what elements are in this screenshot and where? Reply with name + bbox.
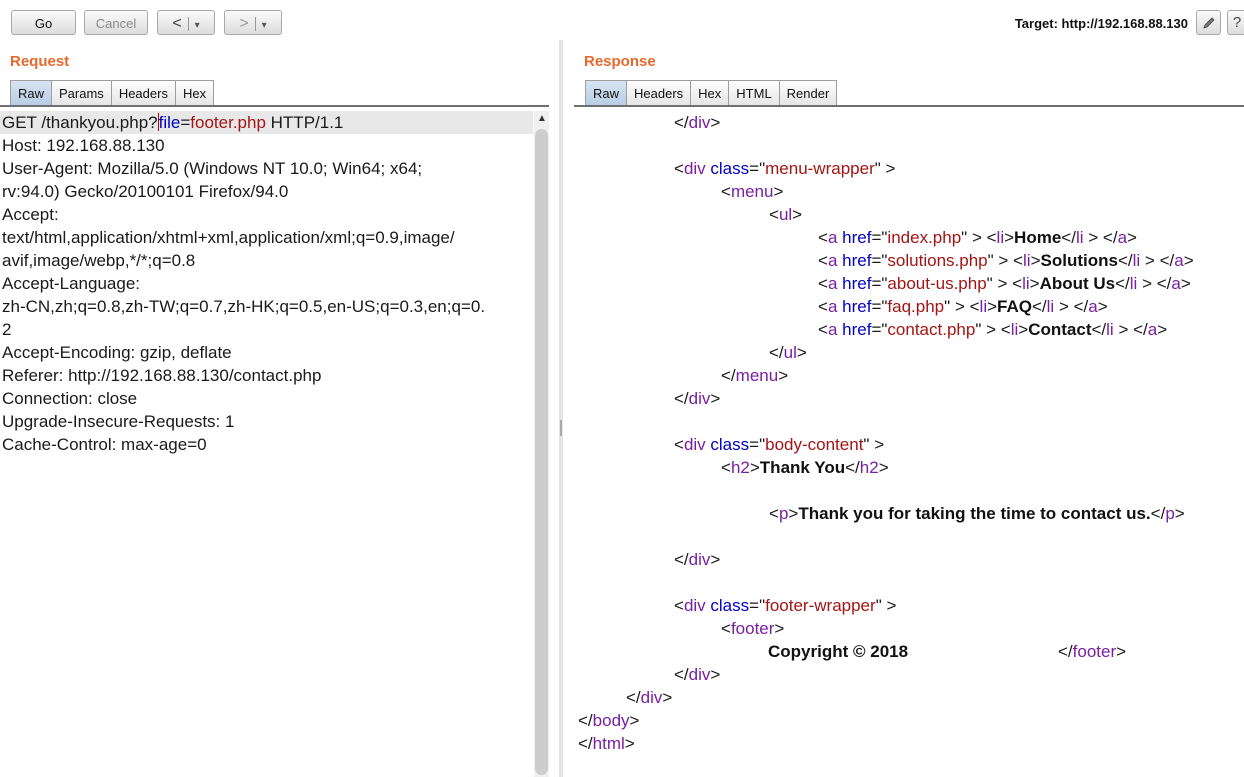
header-line: text/html,application/xhtml+xml,applicat…: [2, 228, 455, 247]
response-tabs: Raw Headers Hex HTML Render: [585, 80, 838, 106]
menu-link-line: <a href="about-us.php" > <li>About Us</l…: [818, 274, 1191, 293]
header-line: User-Agent: Mozilla/5.0 (Windows NT 10.0…: [2, 159, 423, 178]
header-line: Connection: close: [2, 389, 138, 408]
header-line: Accept-Encoding: gzip, deflate: [2, 343, 232, 362]
help-button[interactable]: ?: [1227, 10, 1244, 35]
back-dropdown-icon[interactable]: ▾: [195, 20, 200, 31]
code-line: <menu>: [721, 182, 784, 201]
pencil-icon[interactable]: [1196, 10, 1221, 35]
header-line: zh-CN,zh;q=0.8,zh-TW;q=0.7,zh-HK;q=0.5,e…: [2, 297, 486, 316]
code-line: </ul>: [769, 343, 807, 362]
header-line: rv:94.0) Gecko/20100101 Firefox/94.0: [2, 182, 289, 201]
code-line: </menu>: [721, 366, 789, 385]
pane-splitter[interactable]: [559, 40, 563, 777]
code-line: </div>: [626, 688, 673, 707]
code-line: <ul>: [769, 205, 803, 224]
menu-link-line: <a href="faq.php" > <li>FAQ</li > </a>: [818, 297, 1108, 316]
code-line: </div>: [674, 113, 721, 132]
request-line: GET /thankyou.php?file=footer.php HTTP/1…: [0, 111, 533, 134]
response-tab-headers[interactable]: Headers: [626, 80, 691, 106]
forward-dropdown-icon[interactable]: ▾: [262, 20, 267, 31]
request-tabs: Raw Params Headers Hex: [10, 80, 215, 106]
header-line: Cache-Control: max-age=0: [2, 435, 207, 454]
code-line: <p>Thank you for taking the time to cont…: [769, 504, 1185, 523]
forward-button[interactable]: > ▾: [224, 10, 282, 35]
header-line: Referer: http://192.168.88.130/contact.p…: [2, 366, 322, 385]
response-tab-hex[interactable]: Hex: [690, 80, 729, 106]
header-line: Upgrade-Insecure-Requests: 1: [2, 412, 235, 431]
response-tab-underline: [574, 105, 1244, 107]
back-button[interactable]: < ▾: [157, 10, 215, 35]
header-line: Accept:: [2, 205, 59, 224]
request-tab-params[interactable]: Params: [51, 80, 111, 106]
repeater-toolbar: Go Cancel < ▾ > ▾ Target: http://192.168.8…: [0, 0, 1244, 44]
code-line: <footer>: [721, 619, 785, 638]
scroll-up-icon[interactable]: ▲: [537, 113, 547, 124]
header-line: Accept-Language:: [2, 274, 140, 293]
request-editor[interactable]: GET /thankyou.php?file=footer.php HTTP/1…: [0, 111, 533, 777]
request-tab-underline: [0, 105, 549, 107]
menu-link-line: <a href="index.php" > <li>Home</li > </a…: [818, 228, 1137, 247]
code-line: </footer>: [1058, 642, 1127, 661]
response-tab-render[interactable]: Render: [778, 80, 838, 106]
request-tab-raw[interactable]: Raw: [10, 80, 52, 106]
response-viewer[interactable]: </div> <div class="menu-wrapper" > <menu…: [574, 111, 1244, 777]
header-line: Host: 192.168.88.130: [2, 136, 165, 155]
code-line: <div class="menu-wrapper" >: [674, 159, 896, 178]
response-tab-html[interactable]: HTML: [728, 80, 779, 106]
code-line: <h2>Thank You</h2>: [721, 458, 889, 477]
footer-text: Copyright © 2018: [768, 642, 909, 661]
code-line: </div>: [674, 389, 721, 408]
go-button[interactable]: Go: [11, 10, 76, 35]
request-scrollbar[interactable]: ▲: [534, 111, 549, 777]
forward-arrow-icon: >: [239, 15, 249, 32]
response-title: Response: [584, 53, 656, 70]
menu-link-line: <a href="contact.php" > <li>Contact</li …: [818, 320, 1168, 339]
code-line: </div>: [674, 665, 721, 684]
code-line: </html>: [578, 734, 635, 753]
menu-link-line: <a href="solutions.php" > <li>Solutions<…: [818, 251, 1194, 270]
request-tab-hex[interactable]: Hex: [174, 80, 215, 106]
header-line: avif,image/webp,*/*;q=0.8: [2, 251, 196, 270]
target-label: Target: http://192.168.88.130: [1014, 16, 1188, 31]
splitter-grip-icon: [560, 420, 562, 436]
header-line: 2: [2, 320, 12, 339]
request-title: Request: [10, 53, 70, 70]
response-tab-raw[interactable]: Raw: [585, 80, 627, 106]
request-tab-headers[interactable]: Headers: [110, 80, 175, 106]
back-arrow-icon: <: [172, 15, 182, 32]
cancel-button[interactable]: Cancel: [84, 10, 148, 35]
code-line: <div class="body-content" >: [674, 435, 885, 454]
code-line: </body>: [578, 711, 640, 730]
code-line: </div>: [674, 550, 721, 569]
code-line: <div class="footer-wrapper" >: [674, 596, 897, 615]
scroll-thumb[interactable]: [535, 129, 548, 775]
